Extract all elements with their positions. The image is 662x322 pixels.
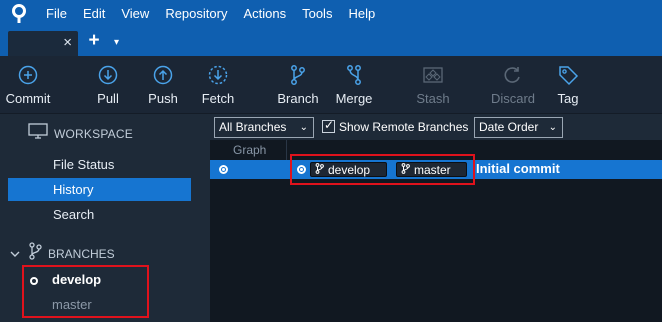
pull-label: Pull xyxy=(97,91,119,106)
branch-filter-dropdown[interactable]: All Branches ⌄ xyxy=(214,117,314,138)
pull-icon xyxy=(97,64,119,86)
menu-view[interactable]: View xyxy=(113,0,157,28)
merge-icon xyxy=(343,64,365,86)
fetch-icon xyxy=(207,64,229,86)
tag-icon xyxy=(557,64,579,86)
tab-menu-chevron-icon[interactable]: ▾ xyxy=(114,37,119,48)
branches-header[interactable]: BRANCHES xyxy=(10,241,115,266)
sort-order-dropdown[interactable]: Date Order ⌄ xyxy=(474,117,563,138)
push-button[interactable]: Push xyxy=(142,56,184,114)
fetch-button[interactable]: Fetch xyxy=(198,56,238,114)
commit-button[interactable]: Commit xyxy=(4,56,52,114)
menu-edit[interactable]: Edit xyxy=(75,0,113,28)
chevron-down-icon xyxy=(10,245,20,263)
sidebar-item-file-status[interactable]: File Status xyxy=(8,153,191,176)
commit-label: Commit xyxy=(5,91,51,106)
sidebar-item-history[interactable]: History xyxy=(8,178,191,201)
close-tab-icon[interactable]: × xyxy=(63,34,72,51)
app-logo-icon xyxy=(0,0,38,28)
sort-order-value: Date Order xyxy=(479,120,539,134)
checkmark-icon: ✓ xyxy=(324,118,335,132)
push-label: Push xyxy=(148,91,178,106)
branch-filter-value: All Branches xyxy=(219,120,287,134)
branch-icon xyxy=(287,64,309,86)
stash-icon xyxy=(422,64,444,86)
menu-repository[interactable]: Repository xyxy=(157,0,235,28)
merge-button[interactable]: Merge xyxy=(331,56,377,114)
commit-icon xyxy=(17,64,39,86)
branches-title: BRANCHES xyxy=(48,246,115,261)
workspace-header[interactable]: WORKSPACE xyxy=(28,123,133,144)
discard-button[interactable]: Discard xyxy=(488,56,538,114)
branches-icon xyxy=(28,241,42,266)
filter-bar: All Branches ⌄ ✓ Show Remote Branches Da… xyxy=(210,115,662,140)
sidebar-item-search[interactable]: Search xyxy=(8,203,191,226)
sourcetree-window: File Edit View Repository Actions Tools … xyxy=(0,0,662,322)
commit-message: Initial commit xyxy=(476,161,560,176)
discard-icon xyxy=(502,64,524,86)
column-divider[interactable] xyxy=(286,140,287,160)
branch-button[interactable]: Branch xyxy=(275,56,321,114)
tag-button[interactable]: Tag xyxy=(552,56,584,114)
history-pane: All Branches ⌄ ✓ Show Remote Branches Da… xyxy=(210,115,662,322)
chevron-down-icon: ⌄ xyxy=(548,122,557,133)
monitor-icon xyxy=(28,123,48,144)
menu-help[interactable]: Help xyxy=(340,0,383,28)
branch-label: Branch xyxy=(277,91,319,106)
highlight-box-commit-tags xyxy=(290,154,475,185)
stash-label: Stash xyxy=(416,91,450,106)
menu-actions[interactable]: Actions xyxy=(235,0,294,28)
discard-label: Discard xyxy=(490,91,536,106)
tag-label: Tag xyxy=(557,91,579,106)
menu-tools[interactable]: Tools xyxy=(294,0,340,28)
show-remote-checkbox[interactable]: ✓ xyxy=(322,118,335,133)
new-tab-icon[interactable]: + xyxy=(84,31,104,51)
chevron-down-icon: ⌄ xyxy=(299,122,308,133)
workspace-title: WORKSPACE xyxy=(54,126,133,141)
menu-file[interactable]: File xyxy=(38,0,75,28)
merge-label: Merge xyxy=(335,91,373,106)
commit-node-icon xyxy=(219,165,228,174)
show-remote-label[interactable]: Show Remote Branches xyxy=(339,120,468,134)
graph-column-header[interactable]: Graph xyxy=(233,143,266,157)
stash-button[interactable]: Stash xyxy=(412,56,454,114)
menu-bar: File Edit View Repository Actions Tools … xyxy=(0,0,662,28)
push-icon xyxy=(152,64,174,86)
pull-button[interactable]: Pull xyxy=(88,56,128,114)
toolbar: Commit Pull Push Fetch Branch Merge Stas… xyxy=(0,56,662,114)
fetch-label: Fetch xyxy=(201,91,235,106)
repository-tab[interactable]: × xyxy=(8,31,78,56)
highlight-box-branches xyxy=(22,265,149,318)
